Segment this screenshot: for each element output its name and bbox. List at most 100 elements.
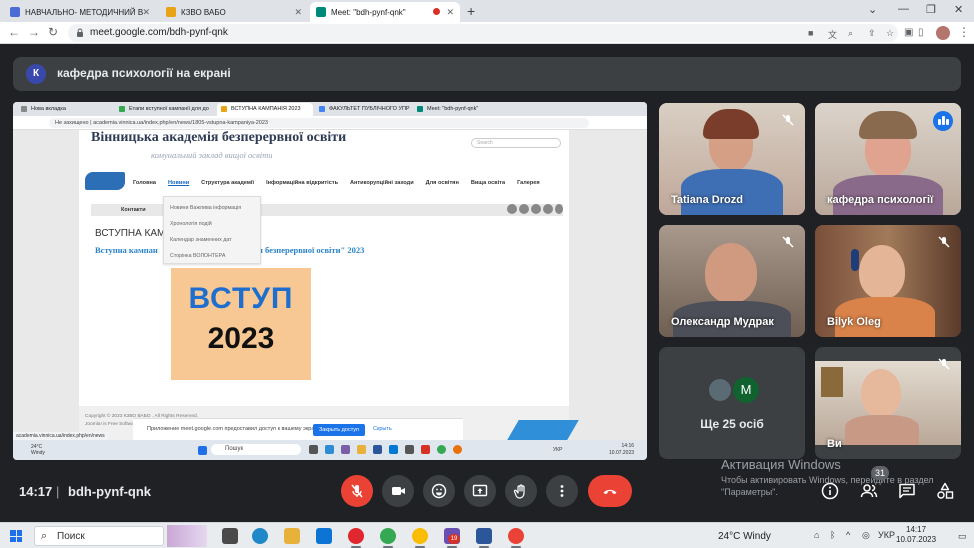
taskbar-weather[interactable]: 24°C Windy	[718, 531, 771, 542]
browser-tab-strip: НАВЧАЛЬНО- МЕТОДИЧНИЙ В ✕ КЗВО ВАБО ✕ Me…	[0, 0, 974, 22]
people-button[interactable]	[859, 481, 879, 501]
shared-taskbar: 24°C Windy Пошук УКР 14:16 10.07.2023	[13, 440, 647, 460]
start-icon[interactable]	[10, 530, 22, 542]
close-icon[interactable]: ✕	[142, 7, 150, 18]
reload-icon[interactable]: ↻	[48, 25, 58, 39]
camera-toggle-button[interactable]	[382, 475, 414, 507]
sidepanel-icon[interactable]: ▯	[918, 27, 924, 38]
new-tab-icon[interactable]: +	[467, 3, 475, 19]
nav-item: Для освітян	[425, 180, 459, 186]
address-bar[interactable]: meet.google.com/bdh-pynf-qnk ■ 文 ⌕ ⇪ ☆	[68, 24, 898, 42]
nav-item: Структура академії	[201, 180, 255, 186]
mail-icon[interactable]	[316, 528, 332, 544]
info-icon	[821, 482, 839, 500]
minimize-icon[interactable]: —	[898, 3, 909, 15]
mic-off-icon	[351, 484, 363, 498]
share-icon[interactable]: ⇪	[868, 28, 876, 39]
shared-tab: ФАКУЛЬТЕТ ПУБЛІЧНОГО УПР	[315, 103, 411, 116]
restore-icon[interactable]: ❐	[926, 3, 936, 16]
windows-taskbar: ⌕ Поиск	[0, 522, 974, 548]
not-secure-label: Не захищено	[55, 120, 89, 126]
separator: |	[56, 484, 60, 499]
shared-screen[interactable]: Нова вкладка Етапи вступної кампанії для…	[13, 102, 647, 460]
people-icon	[860, 484, 878, 498]
bookmark-star-icon[interactable]: ☆	[886, 28, 894, 39]
extensions-icon[interactable]: ▣	[904, 27, 913, 38]
activities-button[interactable]	[935, 481, 955, 501]
nav-item: Антикорупційні заходи	[350, 180, 414, 186]
recording-dot-icon	[433, 8, 440, 15]
start-icon	[198, 446, 207, 455]
chrome-icon[interactable]	[380, 528, 396, 548]
zoom-icon[interactable]: ⌕	[848, 28, 853, 39]
opera-icon[interactable]	[348, 528, 364, 548]
shared-tab: Meet: "bdh-pynf-qnk"	[413, 103, 509, 116]
browser-tab[interactable]: КЗВО ВАБО ✕	[160, 2, 308, 22]
mic-off-icon	[782, 236, 794, 248]
tab-search-icon[interactable]: ⌄	[868, 3, 877, 16]
raise-hand-button[interactable]	[505, 475, 537, 507]
word-icon[interactable]	[476, 528, 492, 548]
end-call-icon	[603, 489, 617, 495]
back-icon[interactable]: ←	[8, 25, 20, 39]
dropdown-item: Сторінка ВОЛОНТЕРА	[170, 253, 226, 259]
nav-item: Вища освіта	[470, 180, 506, 186]
admission-banner: ВСТУП 2023	[171, 268, 311, 380]
chat-button[interactable]	[897, 481, 917, 501]
mic-off-icon	[938, 358, 950, 370]
more-participants-tile[interactable]: M Ще 25 осіб	[659, 347, 805, 459]
clock-date: 10.07.2023	[896, 535, 937, 544]
taskbar-clock[interactable]: 14:17 10.07.2023	[896, 525, 936, 545]
mic-toggle-button[interactable]	[341, 475, 373, 507]
network-icon[interactable]: ⌂	[814, 530, 819, 540]
app-icon	[421, 445, 430, 454]
emoji-icon	[431, 483, 447, 499]
notifications-icon[interactable]: ▭	[958, 531, 967, 542]
menu-icon[interactable]: ⋮	[958, 25, 970, 39]
reactions-button[interactable]	[423, 475, 455, 507]
close-window-icon[interactable]: ✕	[954, 3, 963, 16]
browser-tab-active[interactable]: Meet: "bdh-pynf-qnk" ✕	[310, 2, 460, 22]
shared-search: Пошук	[211, 444, 301, 455]
browser-tab[interactable]: НАВЧАЛЬНО- МЕТОДИЧНИЙ В ✕	[4, 2, 156, 22]
participant-avatar: M	[733, 377, 759, 403]
chrome-icon[interactable]	[508, 528, 524, 548]
participant-tile[interactable]: Tatiana Drozd	[659, 103, 805, 215]
tray-expand-icon[interactable]: ^	[846, 530, 850, 540]
taskview-icon[interactable]	[222, 528, 238, 544]
presenting-text: кафедра психології на екрані	[57, 66, 231, 80]
clock-time: 14:17	[906, 525, 927, 534]
social-icon	[531, 204, 541, 214]
chat-icon	[899, 483, 915, 499]
translate-icon[interactable]: 文	[828, 28, 837, 41]
edge-icon[interactable]	[252, 528, 268, 544]
close-icon[interactable]: ✕	[446, 7, 454, 18]
teams-icon	[341, 445, 350, 454]
meeting-details-button[interactable]	[820, 481, 840, 501]
site-favicon-icon	[10, 7, 20, 17]
presenter-avatar: К	[26, 64, 46, 84]
participant-tile[interactable]: Олександр Мудрак	[659, 225, 805, 337]
participant-tile-speaking[interactable]: кафедра психології	[815, 103, 961, 215]
forward-icon[interactable]: →	[28, 25, 40, 39]
leave-call-button[interactable]	[588, 475, 632, 507]
lang-indicator[interactable]: УКР	[878, 530, 895, 540]
corner-decoration	[507, 420, 579, 440]
participant-tile[interactable]: Bilyk Oleg	[815, 225, 961, 337]
tab-title: Meet: "bdh-pynf-qnk"	[331, 7, 406, 17]
tray-icon[interactable]: ◎	[862, 530, 870, 541]
meet-favicon-icon	[316, 7, 326, 17]
file-explorer-icon[interactable]	[284, 528, 300, 544]
bluetooth-icon[interactable]: ᛒ	[830, 530, 835, 540]
present-screen-button[interactable]	[464, 475, 496, 507]
taskbar-search[interactable]: ⌕ Поиск	[34, 526, 164, 546]
participant-name: кафедра психології	[827, 194, 934, 206]
more-options-button[interactable]	[546, 475, 578, 507]
chrome-icon[interactable]	[412, 528, 428, 548]
shared-tab: Етапи вступної кампанії для до	[115, 103, 215, 116]
shared-toolbar: Не захищено | academia.vinnica.ua/index.…	[13, 116, 647, 130]
camera-in-use-icon[interactable]: ■	[808, 28, 813, 38]
self-view-tile[interactable]: Ви	[815, 347, 961, 459]
profile-avatar[interactable]	[936, 26, 950, 40]
close-icon[interactable]: ✕	[294, 7, 302, 18]
